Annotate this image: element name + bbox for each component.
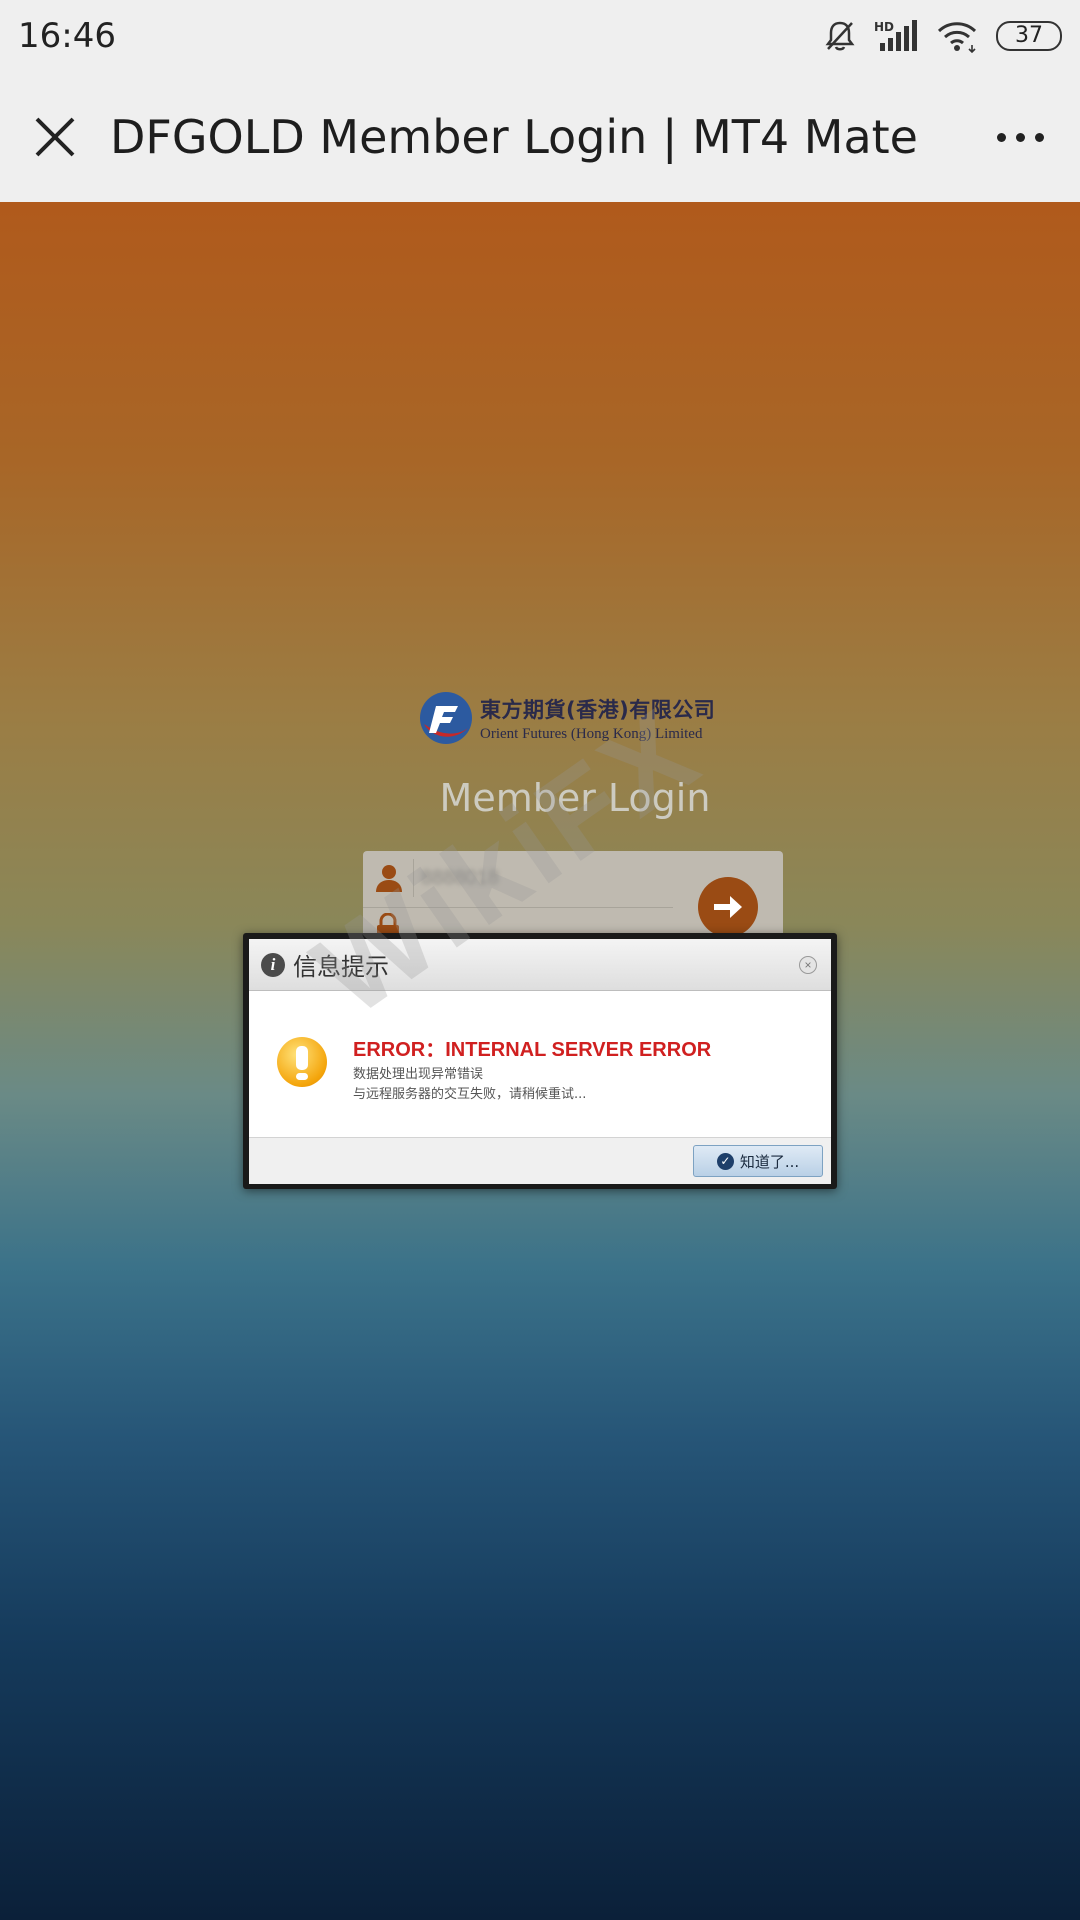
dialog-title: 信息提示 — [293, 953, 389, 981]
warning-icon-bar — [296, 1046, 308, 1070]
error-message-line1: 数据处理出现异常错误 — [353, 1067, 484, 1082]
login-submit-button[interactable] — [698, 877, 758, 937]
brand-header: 東方期貨(香港)有限公司 Orient Futures (Hong Kong) … — [418, 690, 715, 746]
login-title: Member Login — [439, 776, 711, 820]
page-title: DFGOLD Member Login | MT4 Mate — [110, 110, 918, 164]
acknowledge-button-label: 知道了... — [739, 1152, 800, 1171]
brand-name-cn: 東方期貨(香港)有限公司 — [480, 697, 716, 722]
username-value: 8888018 — [421, 867, 499, 889]
hd-signal-icon: HD — [874, 19, 918, 53]
brand-text: 東方期貨(香港)有限公司 Orient Futures (Hong Kong) … — [480, 694, 715, 743]
status-bar: 16:46 HD 37 — [0, 0, 1080, 72]
app-bar: DFGOLD Member Login | MT4 Mate — [0, 72, 1080, 202]
check-icon: ✓ — [716, 1152, 734, 1170]
bell-muted-icon — [824, 19, 856, 53]
dialog-body: ERROR：INTERNAL SERVER ERROR 数据处理出现异常错误 与… — [249, 991, 831, 1137]
more-options-button[interactable] — [960, 72, 1080, 202]
arrow-right-icon — [714, 896, 742, 918]
warning-icon-dot — [296, 1073, 308, 1080]
more-icon-dot — [1015, 132, 1025, 142]
dialog-header: i 信息提示 × — [249, 939, 831, 991]
more-icon-dot — [996, 132, 1006, 142]
acknowledge-button[interactable]: ✓ 知道了... — [693, 1145, 823, 1177]
login-form: 8888018 — [363, 851, 783, 941]
status-time: 16:46 — [18, 16, 116, 56]
warning-icon — [277, 1037, 327, 1087]
orient-futures-logo-icon — [420, 692, 472, 744]
brand-name-en: Orient Futures (Hong Kong) Limited — [480, 725, 703, 742]
error-message-line2: 与远程服务器的交互失败，请稍候重试... — [353, 1087, 587, 1102]
error-dialog: i 信息提示 × ERROR：INTERNAL SERVER ERROR 数据处… — [243, 933, 837, 1189]
user-icon — [376, 865, 402, 892]
info-icon: i — [261, 952, 285, 977]
battery-indicator: 37 — [996, 21, 1062, 51]
error-dialog-panel: i 信息提示 × ERROR：INTERNAL SERVER ERROR 数据处… — [249, 939, 831, 1184]
dialog-close-button[interactable]: × — [799, 956, 817, 974]
close-button[interactable] — [0, 72, 110, 202]
svg-text:HD: HD — [874, 20, 894, 34]
status-icons: HD 37 — [824, 19, 1062, 53]
error-title: ERROR：INTERNAL SERVER ERROR — [353, 1039, 712, 1061]
dialog-footer: ✓ 知道了... — [249, 1137, 831, 1184]
more-icon-dot — [1034, 132, 1044, 142]
wifi-icon — [936, 19, 978, 53]
close-icon — [35, 117, 75, 157]
